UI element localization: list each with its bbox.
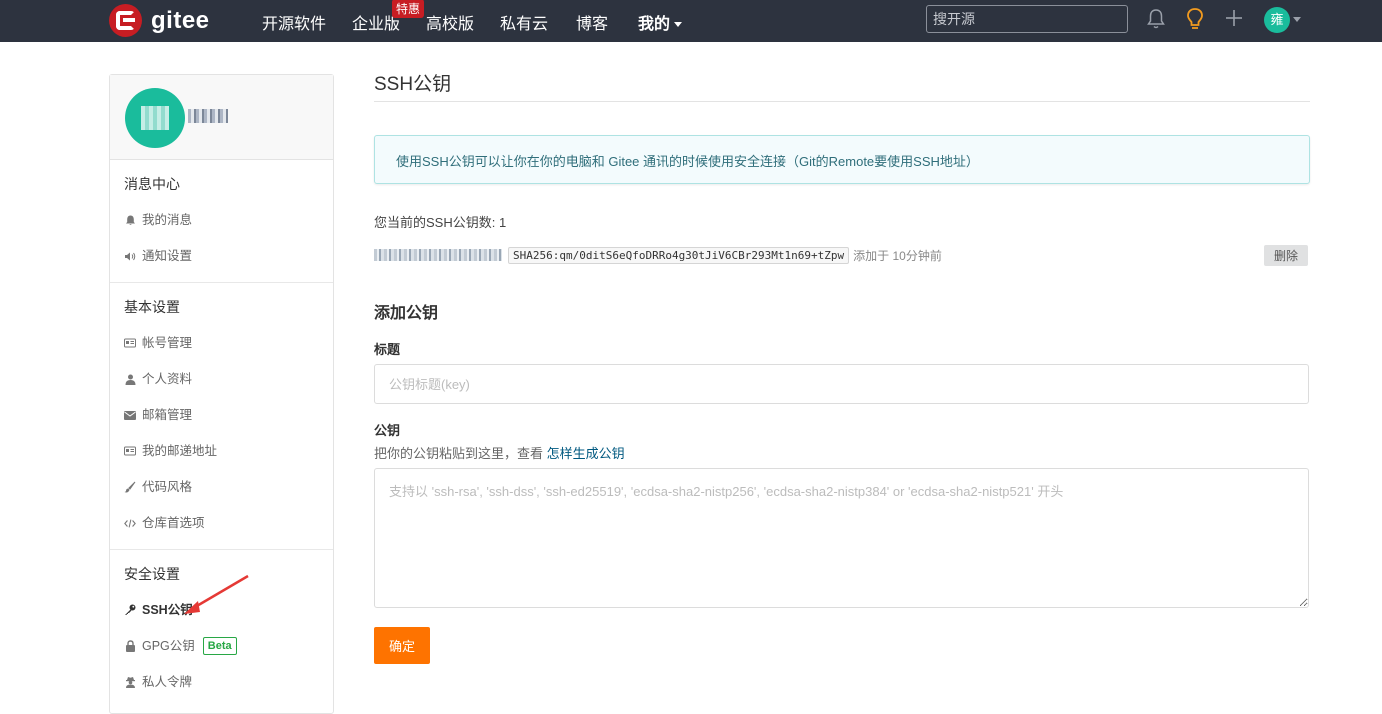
nav-blog[interactable]: 博客 (576, 10, 608, 34)
section-title: 基本设置 (124, 299, 180, 315)
annotation-arrow-icon (184, 574, 249, 614)
section-messages: 消息中心 我的消息 通知设置 (110, 160, 333, 283)
sidebar-item-label: 邮箱管理 (142, 408, 193, 422)
envelope-icon (124, 409, 136, 421)
sidebar-item-label: GPG公钥 (142, 639, 195, 653)
confirm-button[interactable]: 确定 (374, 627, 430, 664)
nav-education[interactable]: 高校版 (426, 10, 474, 34)
section-basic-settings: 基本设置 帐号管理 个人资料 邮箱管理 我的邮递地址 代码风格 仓库首选项 (110, 283, 333, 550)
sidebar-item-label: 个人资料 (142, 372, 193, 386)
nav-private-cloud[interactable]: 私有云 (500, 10, 548, 34)
lock-icon (124, 640, 136, 652)
id-card-icon (124, 337, 136, 349)
sidebar-item-label: 私人令牌 (142, 675, 193, 689)
sidebar-item-label: 通知设置 (142, 249, 193, 263)
speaker-icon (124, 250, 136, 262)
title-label: 标题 (374, 342, 401, 357)
sidebar-item-account[interactable]: 帐号管理 (110, 325, 333, 361)
beta-badge: Beta (202, 637, 237, 655)
bell-icon[interactable] (1146, 8, 1166, 30)
sidebar-item-profile[interactable]: 个人资料 (110, 361, 333, 397)
ssh-key-count: 您当前的SSH公钥数: 1 (374, 215, 507, 230)
key-added-time: 添加于 10分钟前 (853, 248, 942, 263)
code-icon (124, 517, 136, 529)
user-icon (124, 373, 136, 385)
hot-badge: 特惠 (392, 0, 425, 18)
how-to-generate-link[interactable]: 怎样生成公钥 (547, 446, 625, 461)
key-title-blurred (374, 249, 502, 261)
ssh-key-row: SHA256:qm/0ditS6eQfoDRRo4g30tJiV6CBr293M… (374, 245, 1310, 266)
section-title: 消息中心 (124, 176, 180, 192)
top-nav-bar: gitee 开源软件 企业版 特惠 高校版 私有云 博客 我的 雍 (0, 0, 1382, 42)
bell-icon (124, 214, 136, 226)
sidebar-item-email[interactable]: 邮箱管理 (110, 397, 333, 433)
key-icon (124, 604, 136, 616)
gitee-logo[interactable]: gitee (109, 4, 210, 37)
profile-avatar[interactable] (125, 88, 185, 148)
sidebar-item-label: 我的邮递地址 (142, 444, 218, 458)
search-input[interactable] (926, 5, 1128, 33)
lightbulb-icon[interactable] (1185, 7, 1205, 31)
sidebar-item-my-messages[interactable]: 我的消息 (110, 202, 333, 238)
chevron-down-icon (674, 22, 683, 28)
settings-sidebar: 消息中心 我的消息 通知设置 基本设置 帐号管理 个人资料 邮箱管理 我的邮递地… (109, 74, 334, 714)
sidebar-item-private-tokens[interactable]: 私人令牌 (110, 664, 333, 700)
sidebar-item-repo-preferences[interactable]: 仓库首选项 (110, 505, 333, 541)
sidebar-item-mailing-address[interactable]: 我的邮递地址 (110, 433, 333, 469)
nav-mine[interactable]: 我的 (638, 10, 683, 34)
hint-text: 把你的公钥粘贴到这里，查看 (374, 446, 544, 461)
public-key-hint: 把你的公钥粘贴到这里，查看 怎样生成公钥 (374, 443, 1310, 462)
avatar-chevron-down-icon[interactable] (1293, 17, 1301, 22)
sidebar-profile (110, 75, 333, 160)
nav-open-source[interactable]: 开源软件 (262, 10, 326, 34)
gitee-logo-icon (109, 4, 142, 37)
sidebar-item-label: 帐号管理 (142, 336, 193, 350)
public-key-textarea[interactable] (374, 468, 1309, 608)
main-content: SSH公钥 使用SSH公钥可以让你在你的电脑和 Gitee 通讯的时候使用安全连… (374, 70, 1310, 664)
sidebar-item-gpg-keys[interactable]: GPG公钥 Beta (110, 628, 333, 664)
public-key-label: 公钥 (374, 423, 401, 438)
sidebar-item-label: 我的消息 (142, 213, 193, 227)
address-card-icon (124, 445, 136, 457)
add-key-title: 添加公钥 (374, 305, 439, 322)
user-avatar[interactable]: 雍 (1264, 7, 1290, 33)
key-title-input[interactable] (374, 364, 1309, 404)
brush-icon (124, 481, 136, 493)
user-secret-icon (124, 676, 136, 688)
profile-name-blurred (188, 109, 228, 123)
logo-text: gitee (151, 6, 210, 34)
sidebar-item-code-style[interactable]: 代码风格 (110, 469, 333, 505)
sidebar-item-label: 代码风格 (142, 480, 193, 494)
sidebar-item-label: 仓库首选项 (142, 516, 205, 530)
key-fingerprint: SHA256:qm/0ditS6eQfoDRRo4g30tJiV6CBr293M… (508, 246, 850, 264)
delete-key-button[interactable]: 删除 (1263, 245, 1308, 266)
info-message: 使用SSH公钥可以让你在你的电脑和 Gitee 通讯的时候使用安全连接（Git的… (374, 135, 1310, 184)
sidebar-item-notification-settings[interactable]: 通知设置 (110, 238, 333, 274)
plus-icon[interactable] (1224, 8, 1244, 28)
page-title: SSH公钥 (374, 70, 1310, 102)
nav-mine-label: 我的 (638, 16, 671, 33)
